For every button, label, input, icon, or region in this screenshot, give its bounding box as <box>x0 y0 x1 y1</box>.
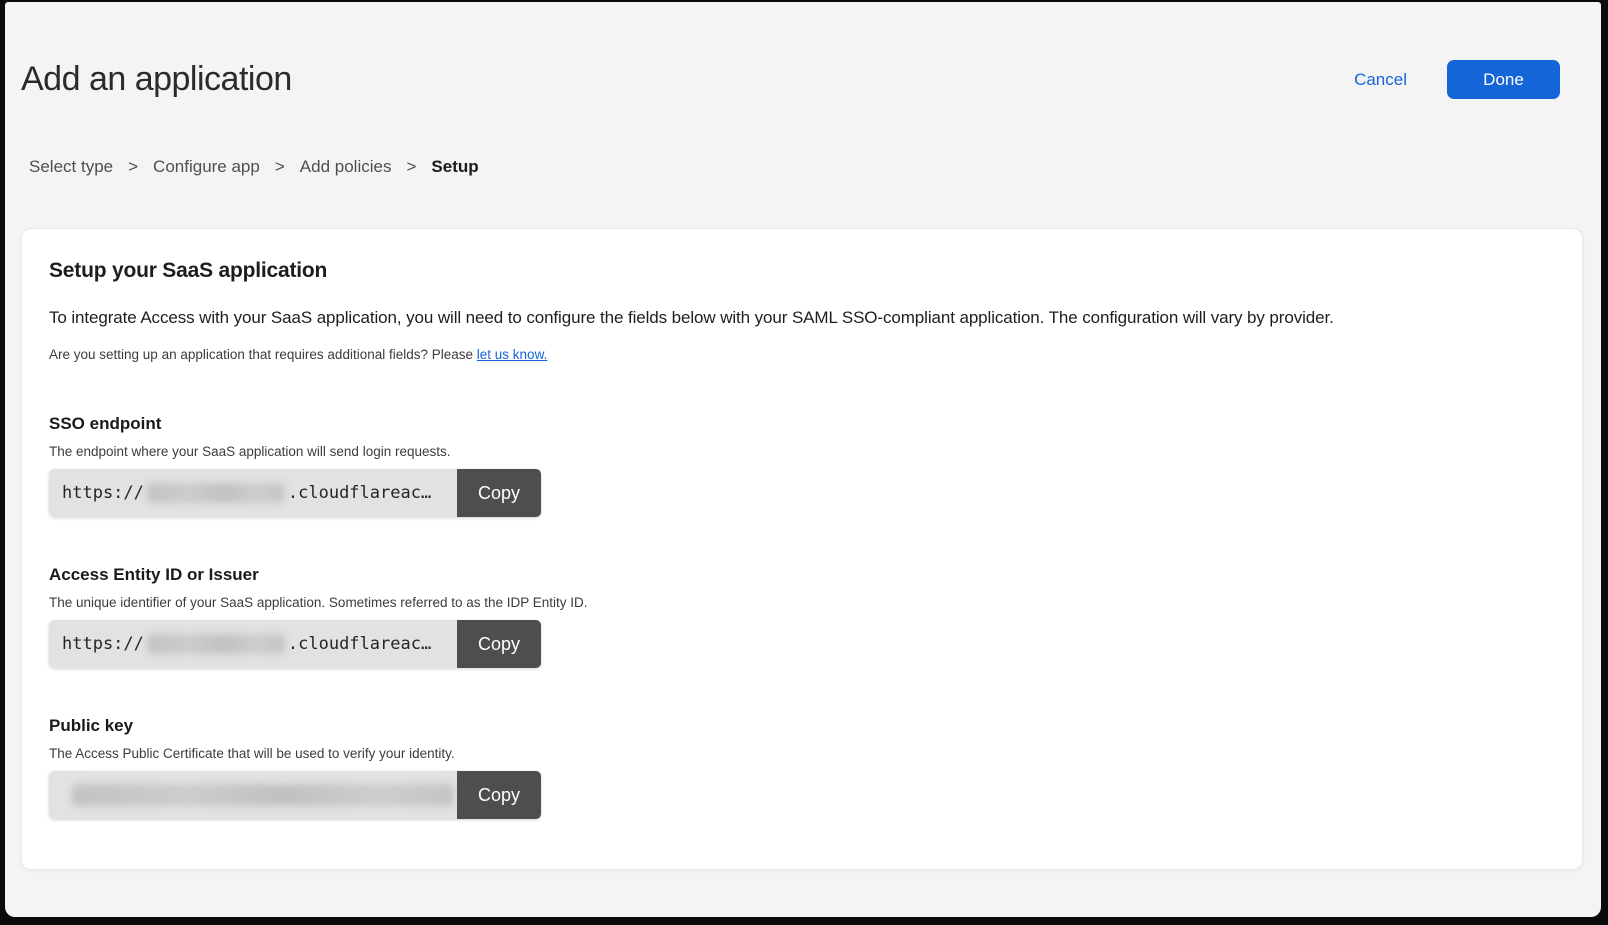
cancel-button[interactable]: Cancel <box>1354 70 1407 90</box>
window-frame: Add an application Cancel Done Select ty… <box>0 0 1608 925</box>
url-prefix: https:// <box>62 634 144 654</box>
copy-button-access-entity-id[interactable]: Copy <box>457 620 541 668</box>
access-entity-id-row: https:// .cloudflareac… Copy <box>49 620 541 668</box>
public-key-description: The Access Public Certificate that will … <box>49 746 1552 761</box>
breadcrumb-separator: > <box>406 157 416 177</box>
redacted-value-blur <box>147 634 285 654</box>
header-actions: Cancel Done <box>1354 60 1560 99</box>
sso-endpoint-row: https:// .cloudflareac… Copy <box>49 469 541 517</box>
page-background: Add an application Cancel Done Select ty… <box>5 2 1601 917</box>
breadcrumb-step-add-policies[interactable]: Add policies <box>300 157 392 177</box>
field-public-key: Public key The Access Public Certificate… <box>49 716 1552 819</box>
redacted-value-blur <box>72 784 454 806</box>
url-prefix: https:// <box>62 483 144 503</box>
breadcrumb-separator: > <box>275 157 285 177</box>
url-suffix: .cloudflareac… <box>288 634 431 654</box>
sso-endpoint-label: SSO endpoint <box>49 414 1552 434</box>
copy-button-sso-endpoint[interactable]: Copy <box>457 469 541 517</box>
breadcrumb-step-setup: Setup <box>431 157 478 177</box>
card-heading: Setup your SaaS application <box>49 259 1552 283</box>
card-description: To integrate Access with your SaaS appli… <box>49 308 1552 328</box>
url-suffix: .cloudflareac… <box>288 483 431 503</box>
public-key-label: Public key <box>49 716 1552 736</box>
public-key-row: Copy <box>49 771 541 819</box>
redacted-value-blur <box>147 483 285 503</box>
note-text: Are you setting up an application that r… <box>49 347 477 362</box>
access-entity-id-label: Access Entity ID or Issuer <box>49 565 1552 585</box>
access-entity-id-value: https:// .cloudflareac… <box>49 620 457 668</box>
sso-endpoint-value: https:// .cloudflareac… <box>49 469 457 517</box>
done-button[interactable]: Done <box>1447 60 1560 99</box>
field-sso-endpoint: SSO endpoint The endpoint where your Saa… <box>49 414 1552 517</box>
sso-endpoint-description: The endpoint where your SaaS application… <box>49 444 1552 459</box>
setup-card: Setup your SaaS application To integrate… <box>21 228 1583 870</box>
breadcrumb-step-configure-app[interactable]: Configure app <box>153 157 260 177</box>
page-header: Add an application Cancel Done <box>21 60 1560 99</box>
breadcrumb-step-select-type[interactable]: Select type <box>29 157 113 177</box>
field-access-entity-id: Access Entity ID or Issuer The unique id… <box>49 565 1552 668</box>
page-title: Add an application <box>21 60 292 99</box>
let-us-know-link[interactable]: let us know. <box>477 347 548 362</box>
public-key-value <box>49 771 457 819</box>
breadcrumb: Select type > Configure app > Add polici… <box>29 157 1601 177</box>
access-entity-id-description: The unique identifier of your SaaS appli… <box>49 595 1552 610</box>
breadcrumb-separator: > <box>128 157 138 177</box>
copy-button-public-key[interactable]: Copy <box>457 771 541 819</box>
additional-fields-note: Are you setting up an application that r… <box>49 347 1552 362</box>
